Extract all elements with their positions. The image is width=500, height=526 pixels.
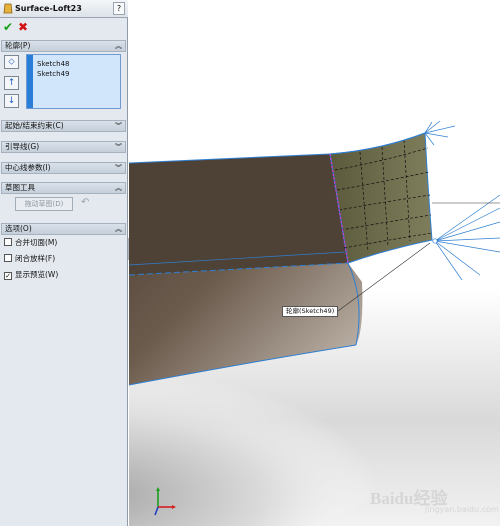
watermark-url: jingyan.baidu.com [425,505,499,514]
list-item[interactable]: Sketch48 [37,60,70,68]
selection-active-bar [27,55,33,108]
option-label: 合并切面(M) [15,238,58,247]
expand-icon[interactable]: ︾ [115,142,122,152]
expand-icon[interactable]: ︾ [115,163,122,173]
option-label: 显示预览(W) [15,270,59,279]
checkbox[interactable] [4,254,12,262]
undo-sketch-drag-icon[interactable]: ↶ [81,197,89,208]
checkbox-checked[interactable]: ✓ [4,272,12,280]
collapse-icon[interactable]: ︽ [115,41,122,51]
group-sketch-tools-label: 草图工具 [5,183,35,192]
collapse-icon[interactable]: ︽ [115,183,122,193]
group-guides-header[interactable]: 引导线(G) ︾ [1,141,126,153]
group-start-end-header[interactable]: 起始/结束约束(C) ︾ [1,120,126,132]
list-item[interactable]: Sketch49 [37,70,70,78]
option-close-loft[interactable]: 闭合放样(F) [4,253,55,265]
group-options-header[interactable]: 选项(O) ︽ [1,223,126,235]
option-merge-tangent[interactable]: 合并切面(M) [4,237,57,249]
checkbox[interactable] [4,238,12,246]
loft-feature-icon [3,3,13,14]
group-start-end-label: 起始/结束约束(C) [5,121,64,130]
confirm-row: ✔ ✖ [0,18,128,36]
graphics-viewport[interactable] [129,0,500,526]
collapse-icon[interactable]: ︽ [115,224,122,234]
profile-callout[interactable]: 轮廓(Sketch49) [282,306,339,317]
move-down-button[interactable]: ↓ [4,94,19,108]
group-options-label: 选项(O) [5,224,32,233]
help-button[interactable]: ? [113,2,125,15]
option-show-preview[interactable]: ✓ 显示预览(W) [4,269,58,281]
cancel-button[interactable]: ✖ [18,20,28,34]
model-graphics [129,0,500,526]
profiles-body: ⬦ ↑ ↓ Sketch48 Sketch49 [1,52,126,112]
move-up-button[interactable]: ↑ [4,76,19,90]
group-profiles-header[interactable]: 轮廓(P) ︽ [1,40,126,52]
group-guides-label: 引导线(G) [5,142,40,151]
group-sketch-tools-header[interactable]: 草图工具 ︽ [1,182,126,194]
property-manager: Surface-Loft23 ? ✔ ✖ 轮廓(P) ︽ ⬦ ↑ ↓ Sketc… [0,0,128,526]
group-centerline-header[interactable]: 中心线参数(I) ︾ [1,162,126,174]
axis-triad-icon [154,487,176,516]
group-centerline-label: 中心线参数(I) [5,163,51,172]
ok-button[interactable]: ✔ [3,20,13,34]
sketch-tools-body: 拖动草图(D) ↶ [1,194,126,216]
expand-icon[interactable]: ︾ [115,121,122,131]
loft-profile-icon[interactable]: ⬦ [4,55,19,69]
property-title-bar: Surface-Loft23 ? [0,0,128,18]
profile-selection-list[interactable]: Sketch48 Sketch49 [26,54,121,109]
feature-title: Surface-Loft23 [15,4,82,13]
option-label: 闭合放样(F) [15,254,56,263]
surface-top-face[interactable] [129,154,348,275]
drag-sketch-button[interactable]: 拖动草图(D) [15,197,73,211]
group-profiles-label: 轮廓(P) [5,41,31,50]
